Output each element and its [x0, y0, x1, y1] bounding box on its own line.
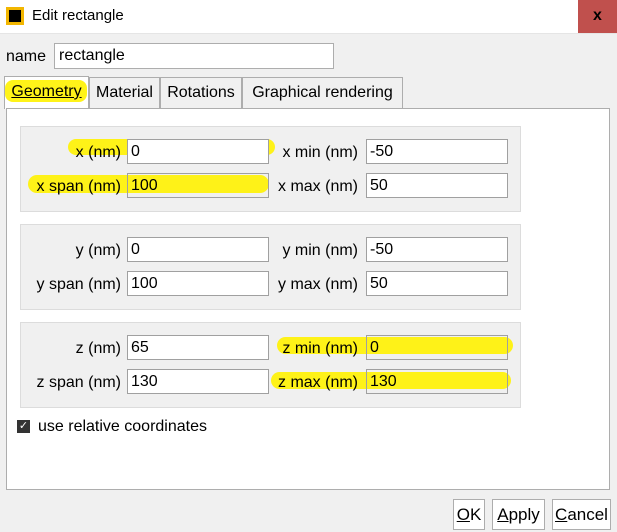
relative-coordinates-label: use relative coordinates	[38, 418, 207, 435]
y-min-field[interactable]: -50	[366, 237, 508, 262]
y-span-label: y span (nm)	[36, 276, 121, 293]
z-field[interactable]: 65	[127, 335, 269, 360]
title-bar: Edit rectangle x	[0, 0, 617, 34]
app-icon	[6, 7, 24, 25]
x-label: x (nm)	[75, 144, 121, 161]
relative-coordinates-checkbox[interactable]: ✓	[17, 420, 30, 433]
y-label: y (nm)	[75, 242, 121, 259]
z-min-label: z min (nm)	[282, 340, 358, 357]
tab-material[interactable]: Material	[89, 77, 160, 108]
z-max-label: z max (nm)	[278, 374, 358, 391]
tab-rotations[interactable]: Rotations	[160, 77, 242, 108]
close-button[interactable]: x	[578, 0, 617, 33]
cancel-button[interactable]: Cancel	[552, 499, 611, 530]
z-label: z (nm)	[75, 340, 121, 357]
z-span-field[interactable]: 130	[127, 369, 269, 394]
x-min-field[interactable]: -50	[366, 139, 508, 164]
x-max-label: x max (nm)	[278, 178, 358, 195]
y-span-field[interactable]: 100	[127, 271, 269, 296]
z-span-label: z span (nm)	[36, 374, 121, 391]
z-min-field[interactable]: 0	[366, 335, 508, 360]
tab-graphical-rendering[interactable]: Graphical rendering	[242, 77, 403, 108]
y-max-field[interactable]: 50	[366, 271, 508, 296]
x-span-label: x span (nm)	[36, 178, 121, 195]
window-title: Edit rectangle	[32, 7, 124, 24]
y-min-label: y min (nm)	[282, 242, 358, 259]
tab-geometry[interactable]: Geometry	[4, 76, 89, 109]
x-span-field[interactable]: 100	[127, 173, 269, 198]
x-field[interactable]: 0	[127, 139, 269, 164]
y-max-label: y max (nm)	[278, 276, 358, 293]
apply-button[interactable]: Apply	[492, 499, 545, 530]
ok-button[interactable]: OK	[453, 499, 485, 530]
x-max-field[interactable]: 50	[366, 173, 508, 198]
y-field[interactable]: 0	[127, 237, 269, 262]
name-label: name	[6, 48, 47, 65]
z-max-field[interactable]: 130	[366, 369, 508, 394]
x-min-label: x min (nm)	[282, 144, 358, 161]
name-input[interactable]: rectangle	[54, 43, 334, 69]
